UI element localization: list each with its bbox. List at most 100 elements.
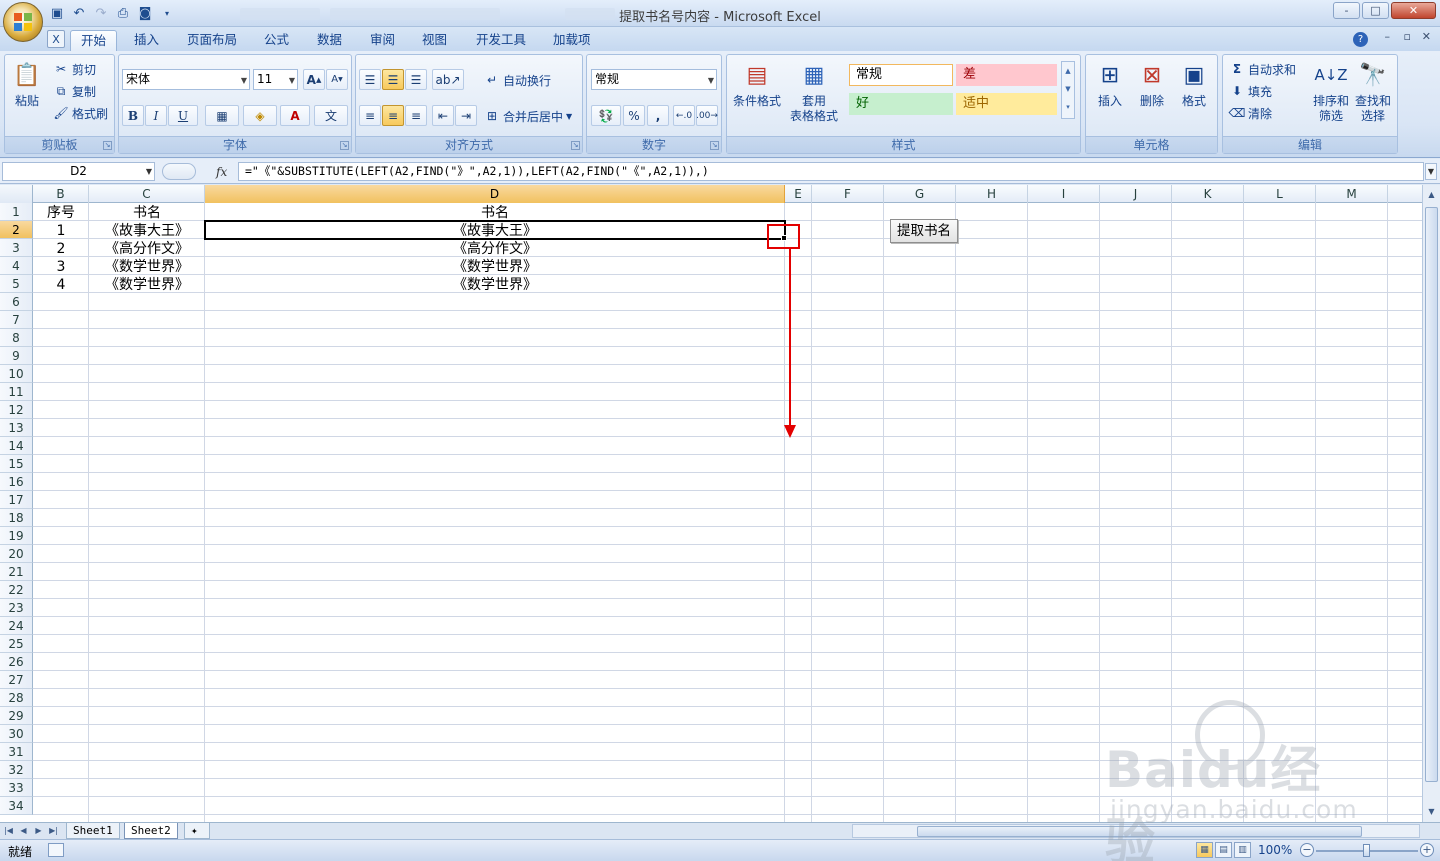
column-header-selected[interactable]: D xyxy=(205,185,785,203)
shrink-font-button[interactable]: A ▼ xyxy=(326,69,348,90)
column-header[interactable]: E xyxy=(785,185,812,203)
ribbon-minimize-icon[interactable]: – xyxy=(1385,30,1391,43)
row-header[interactable]: 23 xyxy=(0,599,33,617)
macro-record-icon[interactable] xyxy=(48,843,64,857)
row-header[interactable]: 15 xyxy=(0,455,33,473)
normal-view-icon[interactable]: ▦ xyxy=(1196,842,1213,858)
ribbon-restore-icon[interactable]: ▫ xyxy=(1404,30,1411,43)
tab-formulas[interactable]: 公式 xyxy=(254,30,299,51)
row-header[interactable]: 7 xyxy=(0,311,33,329)
dialog-launcher-icon[interactable]: ↘ xyxy=(571,141,580,150)
row-header[interactable]: 18 xyxy=(0,509,33,527)
row-header[interactable]: 5 xyxy=(0,275,33,293)
close-button[interactable]: ✕ xyxy=(1391,2,1436,19)
sort-filter-button[interactable]: A↓Z 排序和 筛选 xyxy=(1311,59,1351,124)
zoom-level[interactable]: 100% xyxy=(1258,843,1292,857)
sheet-tab-sheet2[interactable]: Sheet2 xyxy=(124,823,178,839)
style-neutral[interactable]: 适中 xyxy=(956,93,1057,115)
fill-color-button[interactable]: ◈ xyxy=(243,105,277,126)
cell-C4[interactable]: 《数学世界》 xyxy=(89,258,205,276)
font-name-select[interactable]: 宋体 ▼ xyxy=(122,69,250,90)
dialog-launcher-icon[interactable]: ↘ xyxy=(103,141,112,150)
comma-button[interactable]: , xyxy=(647,105,669,126)
orientation-button[interactable]: ab↗ xyxy=(432,69,464,90)
row-header[interactable]: 13 xyxy=(0,419,33,437)
paste-button[interactable]: 📋 粘贴 xyxy=(9,59,45,109)
horizontal-scrollbar[interactable] xyxy=(852,824,1420,838)
row-header[interactable]: 32 xyxy=(0,761,33,779)
expand-formula-bar-icon[interactable]: ▼ xyxy=(1425,163,1437,180)
row-header[interactable]: 17 xyxy=(0,491,33,509)
insert-function-icon[interactable]: fx xyxy=(216,165,227,179)
dialog-launcher-icon[interactable]: ↘ xyxy=(710,141,719,150)
row-header[interactable]: 8 xyxy=(0,329,33,347)
column-header[interactable]: L xyxy=(1244,185,1316,203)
zoom-out-icon[interactable]: − xyxy=(1300,843,1314,857)
horizontal-scroll-thumb[interactable] xyxy=(917,826,1362,837)
format-cells-button[interactable]: ▣ 格式 xyxy=(1174,59,1214,109)
tab-data[interactable]: 数据 xyxy=(307,30,352,51)
row-header[interactable]: 20 xyxy=(0,545,33,563)
find-select-button[interactable]: 🔭 查找和 选择 xyxy=(1353,59,1393,124)
row-header[interactable]: 34 xyxy=(0,797,33,815)
insert-cells-button[interactable]: ⊞ 插入 xyxy=(1090,59,1130,109)
row-header[interactable]: 3 xyxy=(0,239,33,257)
cell-D5[interactable]: 《数学世界》 xyxy=(205,276,785,294)
grow-font-button[interactable]: A ▲ xyxy=(303,69,325,90)
page-break-view-icon[interactable]: ▥ xyxy=(1234,842,1251,858)
cell-C1[interactable]: 书名 xyxy=(89,204,205,222)
row-header[interactable]: 29 xyxy=(0,707,33,725)
cell-B3[interactable]: 2 xyxy=(33,240,89,258)
row-header[interactable]: 25 xyxy=(0,635,33,653)
tab-page-layout[interactable]: 页面布局 xyxy=(177,30,247,51)
increase-indent-button[interactable]: ⇥ xyxy=(455,105,477,126)
increase-decimal-button[interactable]: ←.0 xyxy=(673,105,695,126)
row-header[interactable]: 28 xyxy=(0,689,33,707)
worksheet-grid[interactable]: B C D E F G H I J K L M 1 2 3 4 5 6 7 8 9 10 11 12 1… xyxy=(0,185,1422,822)
underline-button[interactable]: U xyxy=(168,105,198,126)
tab-insert[interactable]: 插入 xyxy=(124,30,169,51)
clear-button[interactable]: ⌫ 清除 xyxy=(1229,103,1273,123)
fill-button[interactable]: ⬇ 填充 xyxy=(1229,81,1272,101)
row-header[interactable]: 26 xyxy=(0,653,33,671)
row-header[interactable]: 33 xyxy=(0,779,33,797)
row-header[interactable]: 2 xyxy=(0,221,33,239)
autosum-button[interactable]: Σ 自动求和 xyxy=(1229,59,1296,79)
last-sheet-icon[interactable]: ▶| xyxy=(47,824,60,838)
row-header[interactable]: 9 xyxy=(0,347,33,365)
cell-C2[interactable]: 《故事大王》 xyxy=(89,222,205,240)
column-header[interactable]: I xyxy=(1028,185,1100,203)
page-layout-view-icon[interactable]: ▤ xyxy=(1215,842,1232,858)
first-sheet-icon[interactable]: |◀ xyxy=(2,824,15,838)
cell-B2[interactable]: 1 xyxy=(33,222,89,240)
percent-button[interactable]: % xyxy=(623,105,645,126)
select-all-corner[interactable] xyxy=(0,185,33,203)
decrease-decimal-button[interactable]: .00→ xyxy=(696,105,718,126)
scroll-up-icon[interactable]: ▲ xyxy=(1425,188,1438,202)
next-sheet-icon[interactable]: ▶ xyxy=(32,824,45,838)
column-header[interactable]: K xyxy=(1172,185,1244,203)
zoom-slider[interactable]: − + xyxy=(1300,843,1434,858)
vertical-scrollbar[interactable]: ▲ ▼ xyxy=(1422,185,1440,822)
format-as-table-button[interactable]: ▦ 套用 表格格式 xyxy=(785,59,843,124)
formula-input[interactable]: ="《"&SUBSTITUTE(LEFT(A2,FIND("》",A2,1)),… xyxy=(238,162,1424,181)
align-bottom-button[interactable]: ☰ xyxy=(405,69,427,90)
row-header[interactable]: 4 xyxy=(0,257,33,275)
styles-gallery-scroll[interactable]: ▲ ▼ ▾ xyxy=(1061,61,1075,119)
cell-B1[interactable]: 序号 xyxy=(33,204,89,222)
style-good[interactable]: 好 xyxy=(849,93,953,115)
row-header[interactable]: 6 xyxy=(0,293,33,311)
row-header[interactable]: 12 xyxy=(0,401,33,419)
bold-button[interactable]: B xyxy=(122,105,144,126)
row-header[interactable]: 19 xyxy=(0,527,33,545)
align-right-button[interactable]: ≡ xyxy=(405,105,427,126)
align-center-button[interactable]: ≡ xyxy=(382,105,404,126)
insert-sheet-icon[interactable]: ✦ xyxy=(184,823,210,839)
italic-button[interactable]: I xyxy=(145,105,167,126)
row-header[interactable]: 30 xyxy=(0,725,33,743)
restore-button[interactable]: □ xyxy=(1362,2,1389,19)
column-header[interactable]: J xyxy=(1100,185,1172,203)
zoom-knob[interactable] xyxy=(1363,844,1370,857)
delete-cells-button[interactable]: ⊠ 删除 xyxy=(1132,59,1172,109)
tab-home[interactable]: 开始 xyxy=(70,30,118,51)
